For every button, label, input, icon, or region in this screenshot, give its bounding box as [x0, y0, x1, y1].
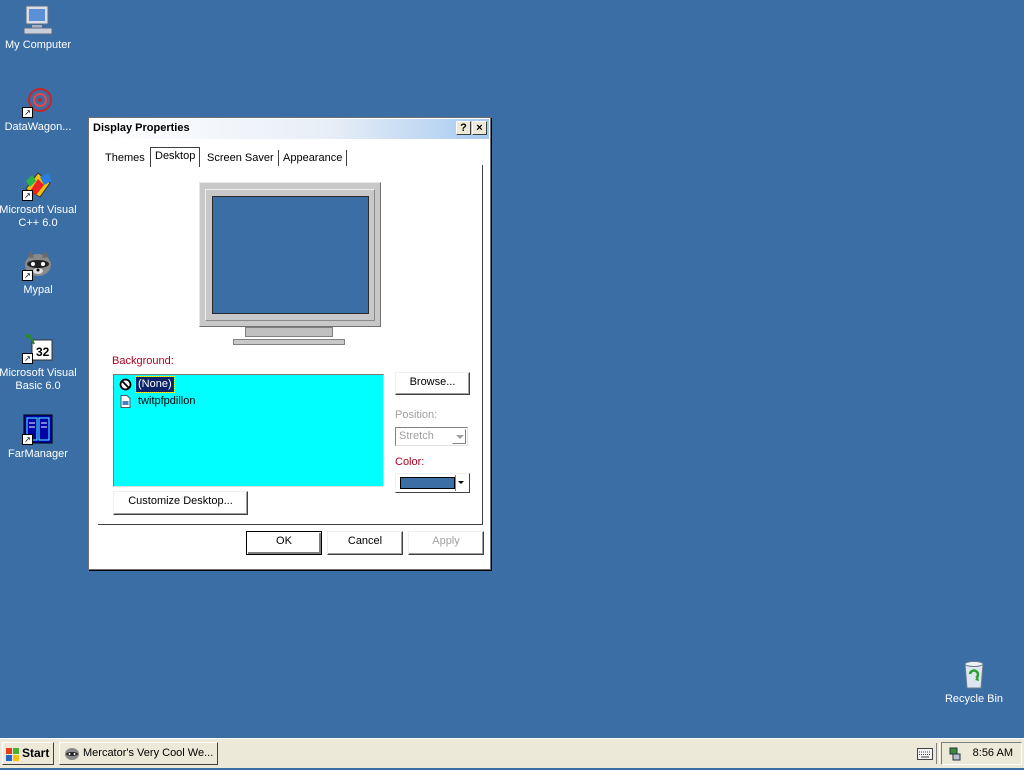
dialog-titlebar[interactable]: Display Properties ? ×: [90, 119, 489, 139]
dialog-title: Display Properties: [93, 122, 190, 134]
color-swatch: [400, 477, 455, 489]
chevron-down-icon: [455, 475, 468, 491]
shortcut-arrow-icon: ↗: [22, 353, 33, 364]
tab-themes[interactable]: Themes: [101, 150, 149, 166]
monitor-screen: [212, 196, 369, 314]
shortcut-arrow-icon: ↗: [22, 190, 33, 201]
desktop-icon-label: DataWagon...: [4, 121, 72, 133]
apply-button[interactable]: Apply: [408, 531, 484, 555]
taskbar-separator: [936, 743, 940, 764]
desktop-icon-visual-basic[interactable]: 32 ↗ Microsoft Visual Basic 6.0: [0, 332, 80, 393]
mypal-raccoon-icon: [64, 746, 80, 762]
shortcut-arrow-icon: ↗: [22, 434, 33, 445]
image-file-icon: [119, 395, 132, 408]
customize-desktop-button[interactable]: Customize Desktop...: [113, 491, 248, 515]
browse-button[interactable]: Browse...: [395, 372, 470, 395]
keyboard-icon[interactable]: [917, 748, 933, 760]
background-list[interactable]: (None) twitpfpdillon: [113, 374, 384, 487]
taskbar: Start Mercator's Very Cool We... 8:56 AM: [0, 738, 1024, 768]
list-item-label: twitpfpdillon: [138, 395, 196, 407]
desktop-icon-label: Mypal: [23, 284, 53, 296]
monitor-base: [233, 339, 345, 345]
desktop-icon-recycle-bin[interactable]: Recycle Bin: [932, 658, 1016, 706]
windows-flag-icon: [6, 747, 20, 761]
monitor-bezel: [199, 182, 381, 327]
monitor-preview: [199, 182, 383, 352]
help-button[interactable]: ?: [456, 121, 471, 135]
svg-text:32: 32: [36, 345, 50, 359]
tab-screen-saver[interactable]: Screen Saver: [203, 150, 279, 166]
start-label: Start: [22, 746, 50, 760]
list-item-label: (None): [135, 376, 175, 393]
color-picker-button[interactable]: [395, 473, 470, 493]
shortcut-arrow-icon: ↗: [22, 270, 33, 281]
desktop-icon-label: Microsoft Visual Basic 6.0: [0, 367, 77, 392]
ok-button[interactable]: OK: [246, 531, 322, 555]
position-value: Stretch: [399, 430, 434, 442]
tab-desktop[interactable]: Desktop: [150, 147, 201, 167]
recycle-bin-icon: [958, 658, 990, 690]
start-button[interactable]: Start: [2, 742, 54, 765]
network-icon[interactable]: [948, 747, 962, 761]
desktop-icon-label: Microsoft Visual C++ 6.0: [0, 204, 77, 229]
datawagon-icon: ↗: [22, 86, 54, 118]
system-tray: 8:56 AM: [941, 742, 1022, 765]
taskbar-window-button[interactable]: Mercator's Very Cool We...: [59, 742, 218, 765]
position-select[interactable]: Stretch: [395, 427, 468, 446]
position-label: Position:: [395, 409, 438, 421]
tab-appearance[interactable]: Appearance: [279, 150, 348, 166]
background-label: Background:: [112, 355, 174, 367]
monitor-neck: [245, 327, 333, 337]
chevron-down-icon: [452, 429, 466, 444]
visual-basic-icon: 32 ↗: [22, 332, 54, 364]
cancel-button[interactable]: Cancel: [327, 531, 403, 555]
desktop-icon-farmanager[interactable]: ↗ FarManager: [0, 413, 80, 461]
desktop-icon-mypal[interactable]: ↗ Mypal: [0, 249, 80, 297]
taskbar-window-label: Mercator's Very Cool We...: [83, 747, 214, 759]
farmanager-icon: ↗: [22, 413, 54, 445]
desktop-icon-visual-cpp[interactable]: ↗ Microsoft Visual C++ 6.0: [0, 169, 80, 230]
mypal-raccoon-icon: ↗: [22, 249, 54, 281]
visual-cpp-icon: ↗: [22, 169, 54, 201]
desktop-icon-label: FarManager: [8, 448, 68, 460]
none-icon: [119, 378, 132, 391]
desktop-icon-label: Recycle Bin: [944, 693, 1004, 705]
display-properties-dialog: Display Properties ? × Themes Desktop Sc…: [88, 117, 491, 570]
desktop-icon-my-computer[interactable]: My Computer: [0, 4, 80, 52]
shortcut-arrow-icon: ↗: [22, 107, 33, 118]
desktop-icon-datawagon[interactable]: ↗ DataWagon...: [0, 86, 80, 134]
clock[interactable]: 8:56 AM: [973, 747, 1013, 759]
desktop-icon-label: My Computer: [4, 39, 72, 51]
close-button[interactable]: ×: [472, 121, 487, 135]
my-computer-icon: [22, 4, 54, 36]
color-label: Color:: [395, 456, 425, 468]
